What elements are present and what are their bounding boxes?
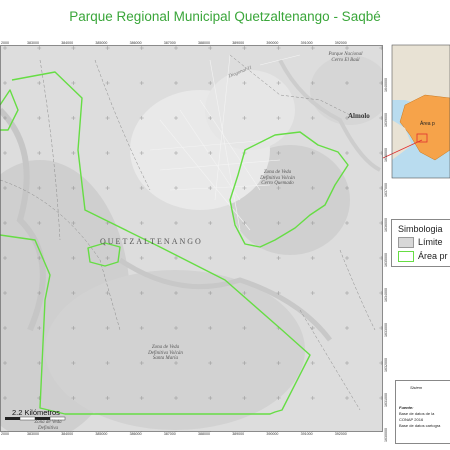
grid-tick-right: 1632000 xyxy=(384,358,388,372)
legend-item-limite: Límite xyxy=(398,237,443,249)
map-canvas[interactable] xyxy=(0,0,450,450)
zone-label-cerro-quemado: Zona de Veda Definitiva Volcán Cerro Que… xyxy=(260,170,295,187)
legend-swatch-area xyxy=(398,251,414,263)
grid-tick-bottom: 385000 xyxy=(95,432,108,436)
grid-tick-right: 1640000 xyxy=(384,78,388,92)
grid-tick-top: 2000 xyxy=(1,41,9,45)
grid-tick-bottom: 392000 xyxy=(334,432,347,436)
grid-tick-right: 1637000 xyxy=(384,183,388,197)
grid-tick-top: 391000 xyxy=(300,41,313,45)
grid-tick-right: 1630000 xyxy=(384,428,388,442)
grid-tick-right: 1638000 xyxy=(384,148,388,162)
grid-tick-bottom: 390000 xyxy=(266,432,279,436)
grid-tick-right: 1631000 xyxy=(384,393,388,407)
grid-tick-top: 386000 xyxy=(129,41,142,45)
grid-tick-top: 392000 xyxy=(334,41,347,45)
scale-label: 2.2 Kilómetros xyxy=(12,408,60,417)
grid-tick-bottom: 388000 xyxy=(198,432,210,436)
grid-tick-right: 1639000 xyxy=(384,113,388,127)
grid-tick-right: 1633000 xyxy=(384,323,388,337)
grid-tick-bottom: 384000 xyxy=(61,432,74,436)
inset-area-label: Área p xyxy=(420,121,435,127)
grid-tick-top: 387000 xyxy=(163,41,176,45)
grid-tick-top: 389000 xyxy=(232,41,245,45)
grid-tick-bottom: 2000 xyxy=(1,432,9,436)
grid-tick-right: 1634000 xyxy=(384,288,388,302)
grid-tick-bottom: 391000 xyxy=(300,432,313,436)
info-box: Sistem Fuente: Base de datos de la CONAP… xyxy=(395,380,450,444)
grid-tick-bottom: 383000 xyxy=(27,432,39,436)
zone-label-veda: Zona de Veda Definitiva xyxy=(34,420,62,431)
legend-panel: Simbologia Límite Área pr xyxy=(391,219,450,267)
grid-tick-top: 388000 xyxy=(198,41,210,45)
legend-title: Simbologia xyxy=(398,224,443,234)
legend-item-area: Área pr xyxy=(398,251,448,263)
legend-label-limite: Límite xyxy=(418,237,443,247)
city-label-quetzaltenango: QUETZALTENANGO xyxy=(100,237,203,246)
info-line-1: Base de datos de la xyxy=(399,411,435,416)
grid-tick-right: 1635000 xyxy=(384,253,388,267)
grid-tick-top: 385000 xyxy=(95,41,108,45)
town-label-almolonga: Almolo xyxy=(348,112,370,120)
grid-tick-top: 383000 xyxy=(27,41,39,45)
info-line-3: Base de datos cartogra xyxy=(399,423,441,428)
grid-tick-bottom: 387000 xyxy=(163,432,176,436)
info-line-2: CONAP 2016 xyxy=(399,417,424,422)
legend-label-area: Área pr xyxy=(418,251,448,261)
legend-swatch-limite xyxy=(398,237,414,249)
grid-tick-right: 1636000 xyxy=(384,218,388,232)
grid-tick-bottom: 386000 xyxy=(129,432,142,436)
info-header: Sistem xyxy=(410,385,423,390)
zone-label-el-baul: Parque Nacional Cerro El Baúl xyxy=(328,52,363,63)
zone-label-santa-maria: Zona de Veda Definitiva Volcán Santa Mar… xyxy=(148,345,183,362)
grid-tick-top: 390000 xyxy=(266,41,279,45)
info-source-title: Fuente: xyxy=(399,405,414,410)
grid-tick-top: 384000 xyxy=(61,41,74,45)
grid-tick-bottom: 389000 xyxy=(232,432,245,436)
